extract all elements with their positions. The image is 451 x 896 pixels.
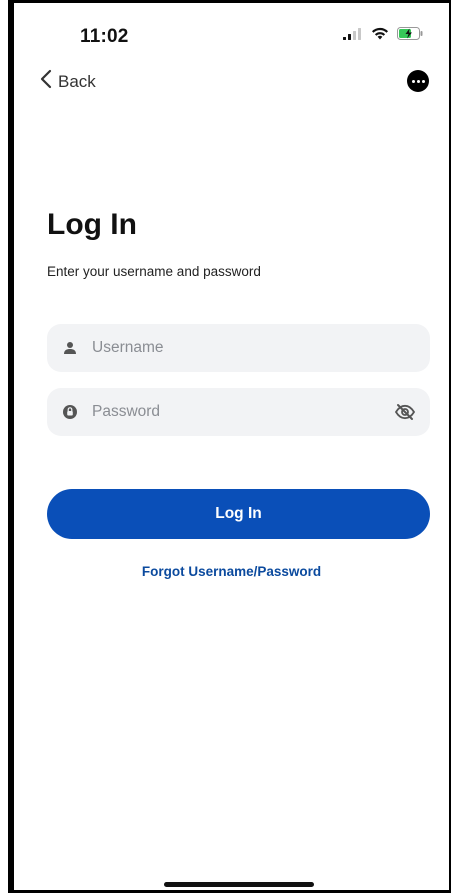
back-button[interactable]: Back xyxy=(40,69,96,94)
more-options-icon xyxy=(411,79,415,83)
page-subtitle: Enter your username and password xyxy=(47,264,261,279)
username-input[interactable] xyxy=(92,339,352,357)
user-icon xyxy=(61,339,79,357)
phone-screen: 11:02 Back Log In Enter your username an… xyxy=(8,0,451,893)
more-options-button[interactable] xyxy=(407,70,429,92)
lock-icon xyxy=(61,403,79,421)
back-label: Back xyxy=(58,71,96,91)
status-bar: 11:02 xyxy=(14,3,449,63)
log-in-button[interactable]: Log In xyxy=(47,489,430,539)
status-icons xyxy=(343,27,423,45)
battery-charging-icon xyxy=(397,27,423,45)
forgot-credentials-link[interactable]: Forgot Username/Password xyxy=(14,564,449,579)
home-indicator[interactable] xyxy=(164,882,314,887)
password-input[interactable] xyxy=(92,403,352,421)
status-time: 11:02 xyxy=(80,26,129,47)
eye-off-icon[interactable] xyxy=(394,402,416,422)
username-field[interactable] xyxy=(47,324,430,372)
chevron-left-icon xyxy=(40,69,52,94)
password-field[interactable] xyxy=(47,388,430,436)
top-navigation: Back xyxy=(14,63,449,103)
wifi-icon xyxy=(371,27,389,45)
signal-icon xyxy=(343,27,363,45)
page-title: Log In xyxy=(47,208,137,241)
